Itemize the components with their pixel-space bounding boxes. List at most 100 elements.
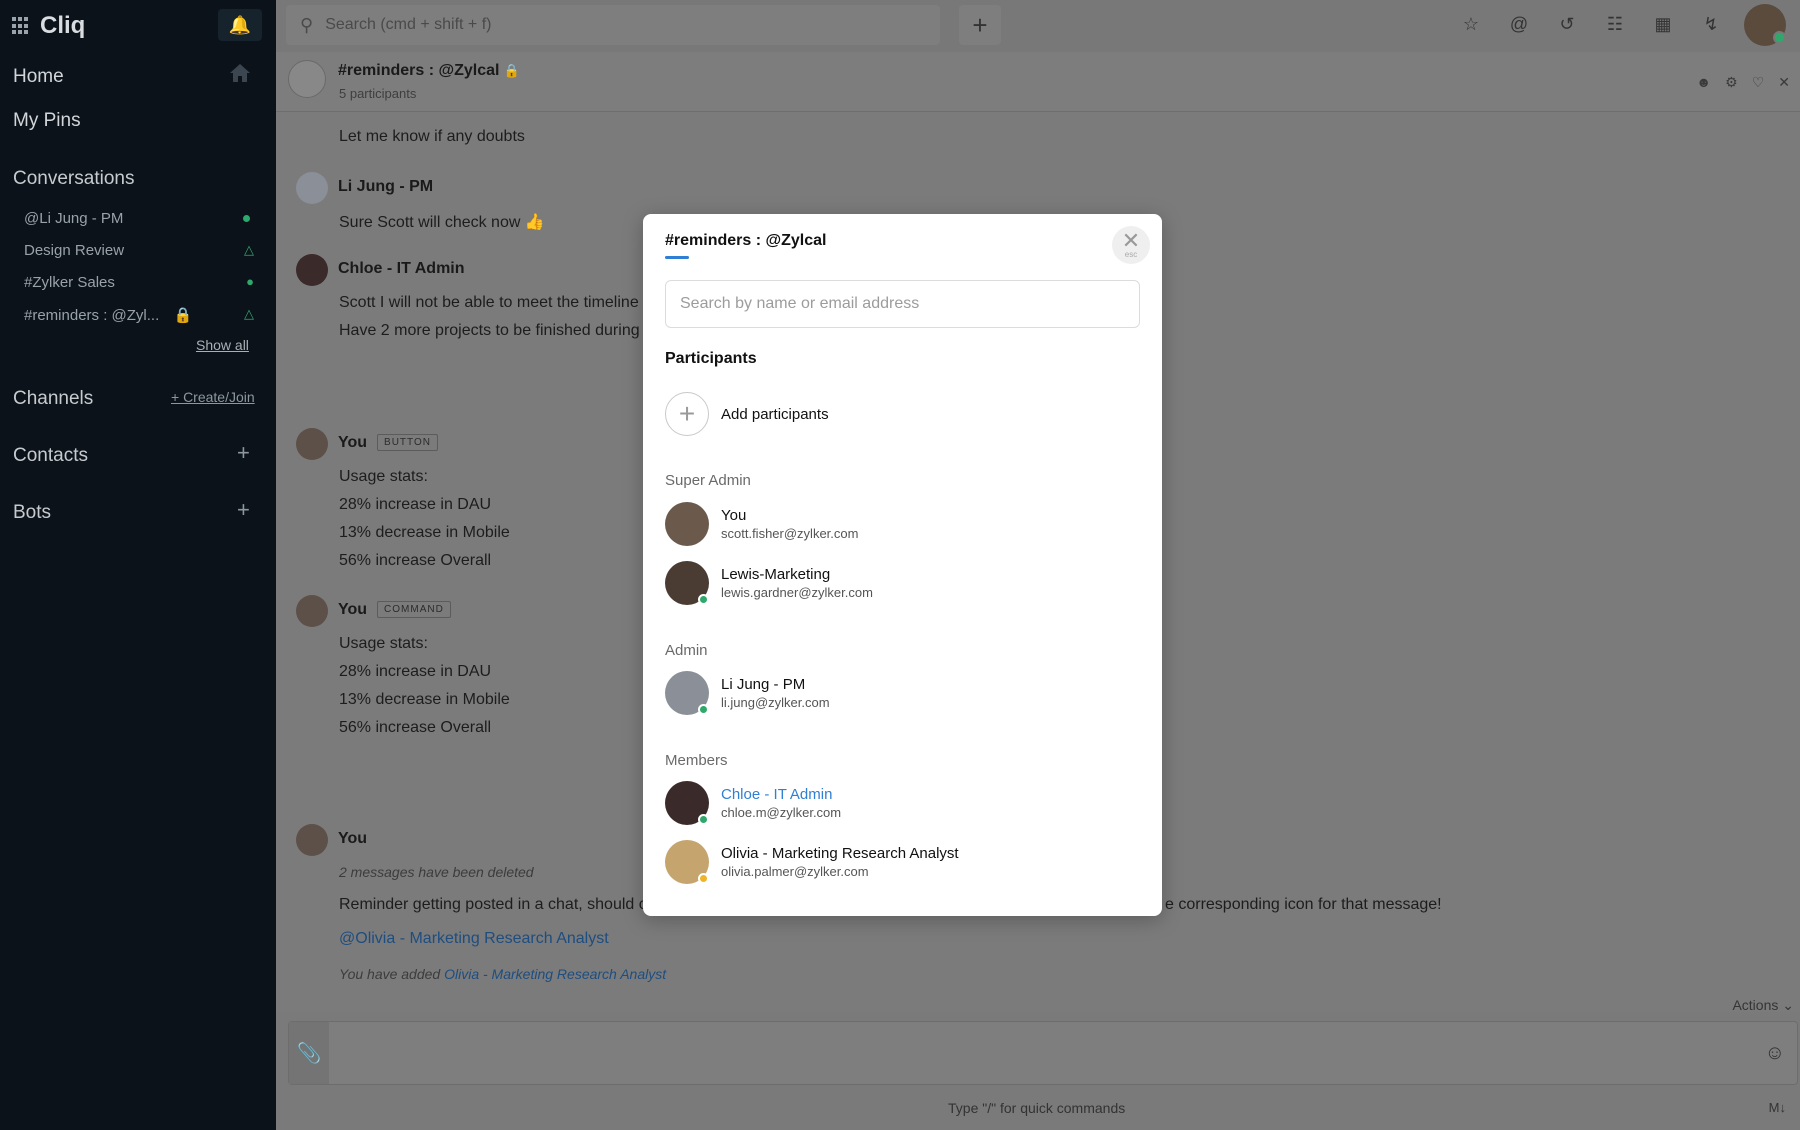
avatar[interactable] bbox=[296, 172, 328, 204]
chat-tools: ☻ ⚙ ♡ ✕ bbox=[1696, 74, 1790, 91]
online-status-icon bbox=[243, 215, 250, 222]
markdown-toggle[interactable]: M↓ bbox=[1769, 1100, 1786, 1115]
add-participants-button[interactable]: + Add participants bbox=[665, 392, 829, 436]
global-search[interactable]: ⚲ Search (cmd + shift + f) bbox=[286, 5, 940, 45]
actions-dropdown[interactable]: Actions ⌄ bbox=[1732, 997, 1794, 1014]
message-sender[interactable]: Li Jung - PM bbox=[338, 178, 433, 196]
message-type-badge: BUTTON bbox=[377, 434, 438, 452]
app-grid-icon[interactable] bbox=[12, 17, 30, 35]
group-icon: △ bbox=[244, 242, 254, 257]
sidebar-item-my-pins[interactable]: My Pins bbox=[13, 110, 81, 132]
close-button[interactable]: ✕ esc bbox=[1112, 226, 1150, 264]
modal-title: #reminders : @Zylcal bbox=[665, 232, 827, 249]
message-text: Have 2 more projects to be finished duri… bbox=[339, 322, 640, 339]
app-brand: Cliq bbox=[40, 12, 86, 39]
plug-icon[interactable]: ↯ bbox=[1700, 14, 1722, 35]
group-icon: △ bbox=[244, 306, 254, 321]
sidebar: Cliq 🔔 Home My Pins Conversations @Li Ju… bbox=[0, 0, 276, 1130]
away-status-icon bbox=[698, 873, 709, 884]
channels-heading[interactable]: Channels bbox=[13, 388, 93, 410]
close-icon: ✕ bbox=[1121, 227, 1141, 253]
participant-email: chloe.m@zylker.com bbox=[721, 805, 842, 820]
message-text: 28% increase in DAU bbox=[339, 663, 492, 680]
conversation-item[interactable]: #Zylker Sales ● bbox=[24, 274, 254, 291]
participant-name: Chloe - IT Admin bbox=[721, 786, 833, 803]
participant-row[interactable]: Li Jung - PM li.jung@zylker.com bbox=[665, 671, 830, 715]
history-icon[interactable]: ↺ bbox=[1556, 14, 1578, 35]
notifications-bell-icon[interactable]: 🔔 bbox=[218, 9, 262, 41]
message-sender[interactable]: You COMMAND bbox=[338, 601, 451, 619]
mention-link[interactable]: @Olivia - Marketing Research Analyst bbox=[339, 930, 609, 948]
participant-row[interactable]: Chloe - IT Admin chloe.m@zylker.com bbox=[665, 781, 841, 825]
avatar[interactable] bbox=[296, 595, 328, 627]
title-underline bbox=[665, 256, 689, 259]
people-icon: ● bbox=[246, 274, 254, 289]
sidebar-item-home[interactable]: Home bbox=[13, 66, 64, 88]
conversation-label: Design Review bbox=[24, 242, 125, 259]
create-join-link[interactable]: + Create/Join bbox=[171, 389, 255, 405]
clipboard-icon[interactable]: ☷ bbox=[1604, 14, 1626, 35]
star-icon[interactable]: ☆ bbox=[1460, 14, 1482, 35]
participant-email: scott.fisher@zylker.com bbox=[721, 526, 859, 541]
participant-search-input[interactable] bbox=[665, 280, 1140, 328]
conversation-label: #reminders : @Zyl... 🔒 bbox=[24, 307, 193, 324]
esc-label: esc bbox=[1124, 249, 1138, 259]
message-text: Sure Scott will check now 👍 bbox=[339, 214, 545, 231]
conversation-item[interactable]: Design Review △ bbox=[24, 242, 254, 259]
participants-heading: Participants bbox=[665, 350, 757, 367]
participant-row[interactable]: You scott.fisher@zylker.com bbox=[665, 502, 858, 546]
admin-heading: Admin bbox=[665, 642, 708, 659]
conversations-heading[interactable]: Conversations bbox=[13, 168, 134, 190]
participant-name: You bbox=[721, 507, 747, 524]
bell-icon[interactable]: ♡ bbox=[1752, 74, 1765, 91]
new-item-button[interactable]: + bbox=[959, 5, 1001, 45]
search-icon: ⚲ bbox=[300, 14, 314, 35]
add-bot-icon[interactable]: + bbox=[237, 497, 250, 523]
chat-title[interactable]: #reminders : @Zylcal 🔒 bbox=[338, 62, 520, 80]
channel-avatar[interactable] bbox=[288, 60, 326, 98]
chat-header: #reminders : @Zylcal 🔒 5 participants ☻ … bbox=[276, 52, 1800, 112]
message-type-badge: COMMAND bbox=[377, 601, 451, 619]
settings-icon[interactable]: ⚙ bbox=[1725, 74, 1738, 91]
added-user-link[interactable]: Olivia - Marketing Research Analyst bbox=[444, 966, 666, 982]
participant-name: Li Jung - PM bbox=[721, 676, 806, 693]
emoji-icon[interactable]: ☺ bbox=[1765, 1042, 1785, 1065]
lock-icon: 🔒 bbox=[173, 307, 193, 324]
global-search-placeholder: Search (cmd + shift + f) bbox=[325, 16, 492, 33]
message-sender[interactable]: Chloe - IT Admin bbox=[338, 260, 465, 278]
avatar bbox=[665, 781, 709, 825]
participant-row[interactable]: Lewis-Marketing lewis.gardner@zylker.com bbox=[665, 561, 873, 605]
message-text: e corresponding icon for that message! bbox=[1165, 896, 1442, 913]
members-heading: Members bbox=[665, 752, 728, 769]
header-icon-bar: ☆ @ ↺ ☷ ▦ ↯ bbox=[1460, 14, 1722, 35]
participant-row[interactable]: Olivia - Marketing Research Analyst oliv… bbox=[665, 840, 959, 884]
participants-count[interactable]: 5 participants bbox=[339, 86, 416, 101]
home-icon bbox=[230, 64, 250, 82]
show-all-link[interactable]: Show all bbox=[196, 337, 249, 353]
contacts-heading[interactable]: Contacts bbox=[13, 445, 88, 467]
message-sender[interactable]: You BUTTON bbox=[338, 434, 438, 452]
add-user-icon[interactable]: ☻ bbox=[1696, 74, 1711, 91]
message-composer[interactable]: 📎 ☺ bbox=[288, 1021, 1798, 1085]
add-contact-icon[interactable]: + bbox=[237, 440, 250, 466]
avatar[interactable] bbox=[296, 254, 328, 286]
message-text: 13% decrease in Mobile bbox=[339, 524, 510, 541]
avatar[interactable] bbox=[296, 824, 328, 856]
mention-icon[interactable]: @ bbox=[1508, 14, 1530, 35]
top-header: ⚲ Search (cmd + shift + f) + ☆ @ ↺ ☷ ▦ ↯ bbox=[276, 0, 1800, 52]
calendar-icon[interactable]: ▦ bbox=[1652, 14, 1674, 35]
composer-hint: Type "/" for quick commands bbox=[948, 1100, 1126, 1116]
message-text: 56% increase Overall bbox=[339, 552, 492, 569]
attachment-icon[interactable]: 📎 bbox=[289, 1022, 329, 1084]
participant-name: Lewis-Marketing bbox=[721, 566, 831, 583]
message-text: Let me know if any doubts bbox=[339, 128, 525, 145]
bots-heading[interactable]: Bots bbox=[13, 502, 51, 524]
conversation-item-active[interactable]: #reminders : @Zyl... 🔒 △ bbox=[24, 306, 254, 324]
close-icon[interactable]: ✕ bbox=[1778, 74, 1790, 91]
message-sender[interactable]: You bbox=[338, 830, 367, 848]
user-avatar[interactable] bbox=[1744, 4, 1786, 46]
conversation-item[interactable]: @Li Jung - PM bbox=[24, 210, 254, 227]
participant-email: olivia.palmer@zylker.com bbox=[721, 864, 869, 879]
avatar bbox=[665, 840, 709, 884]
avatar[interactable] bbox=[296, 428, 328, 460]
